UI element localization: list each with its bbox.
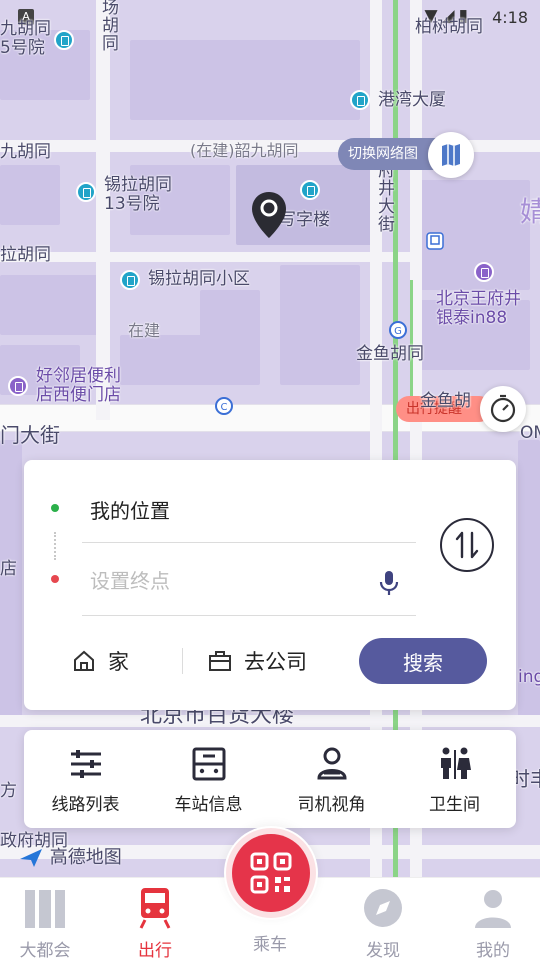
origin-field[interactable]: 我的位置 — [90, 495, 170, 524]
svg-text:C: C — [221, 402, 228, 413]
map-label: ing — [518, 667, 540, 687]
map-layer-button[interactable] — [428, 132, 474, 178]
nav-item-travel[interactable]: 出行 — [110, 884, 200, 960]
map-label: 好邻居便利 店西便门店 — [36, 366, 121, 406]
restroom-icon — [440, 747, 471, 779]
office-shortcut[interactable]: 去公司 — [208, 644, 307, 678]
divider — [82, 542, 416, 543]
map-icon — [442, 144, 460, 166]
station-icon — [192, 747, 225, 781]
user-icon — [475, 890, 511, 928]
poi-icon — [350, 90, 370, 110]
poi-icon — [474, 262, 494, 282]
map-label: 婧 — [520, 195, 540, 228]
search-button[interactable]: 搜索 — [359, 638, 487, 684]
swap-route-button[interactable] — [440, 518, 494, 572]
poi-icon — [120, 270, 140, 290]
sliders-icon — [70, 750, 101, 778]
microphone-icon[interactable] — [376, 568, 402, 598]
nav-item-metropolis[interactable]: 大都会 — [0, 884, 90, 960]
map-label: 拉胡同 — [0, 245, 51, 265]
home-shortcut[interactable]: 家 — [72, 644, 129, 678]
nav-label: 发现 — [366, 941, 400, 960]
feature-label: 卫生间 — [429, 795, 480, 815]
feature-label: 司机视角 — [297, 795, 366, 815]
subway-entrance-icon — [426, 232, 444, 250]
map-label: 府 井 大 街 — [378, 161, 395, 235]
home-icon — [74, 650, 94, 671]
qr-code-icon — [250, 852, 292, 894]
location-pin-icon — [252, 192, 286, 238]
train-icon — [139, 888, 171, 929]
destination-input[interactable] — [84, 564, 364, 598]
feature-shortcuts: 线路列表 车站信息 司机视角 卫生间 — [24, 730, 516, 828]
driver-icon — [316, 747, 347, 780]
nav-item-mine[interactable]: 我的 — [448, 884, 538, 960]
map-label: 金鱼胡同 — [356, 344, 424, 364]
poi-icon — [54, 30, 74, 50]
route-connector — [54, 532, 56, 560]
feature-driver-view[interactable]: 司机视角 — [270, 730, 393, 828]
divider — [182, 648, 183, 674]
map-label: 锡拉胡同 13号院 — [104, 175, 172, 215]
metro-station-icon: C — [215, 397, 233, 415]
feature-restroom[interactable]: 卫生间 — [393, 730, 516, 828]
map-label: 店 — [0, 559, 17, 579]
amap-logo-icon — [20, 849, 42, 867]
timetable-button[interactable] — [480, 386, 526, 432]
route-planner-card: 我的位置 家 去公司 搜索 — [24, 460, 516, 710]
briefcase-icon — [209, 651, 231, 671]
metro-station-icon: G — [389, 321, 407, 339]
map-label: 柏树胡同 — [415, 17, 483, 37]
origin-dot — [51, 504, 59, 512]
ride-qr-button-inner[interactable] — [232, 834, 310, 912]
map-label: 金鱼胡 — [420, 391, 471, 411]
destination-dot — [51, 575, 59, 583]
amap-brand: 高德地图 — [18, 843, 122, 869]
nav-item-discover[interactable]: 发现 — [338, 884, 428, 960]
poi-icon — [76, 182, 96, 202]
clock-icon — [490, 394, 516, 423]
map-label: 在建 — [128, 321, 161, 340]
nav-label: 乘车 — [253, 935, 287, 955]
map-label: 九胡同 5号院 — [0, 19, 51, 59]
divider — [82, 615, 416, 616]
metro-logo-icon — [25, 890, 65, 928]
feature-label: 车站信息 — [174, 795, 243, 815]
swap-arrows-icon — [455, 531, 479, 559]
compass-icon — [364, 889, 402, 927]
map-label: 港湾大厦 — [378, 90, 446, 110]
svg-text:G: G — [394, 326, 402, 337]
nav-label: 出行 — [138, 941, 172, 960]
map-label: 方 — [0, 781, 17, 801]
map-label: 北京王府井 银泰in88 — [436, 289, 521, 329]
feature-label: 线路列表 — [51, 795, 120, 815]
nav-label: 我的 — [476, 941, 510, 960]
map-label: 九胡同 — [0, 142, 51, 162]
map-label: 门大街 — [0, 423, 60, 447]
feature-route-list[interactable]: 线路列表 — [24, 730, 147, 828]
map-label: 场 胡 同 — [102, 0, 119, 54]
ride-qr-button[interactable] — [224, 826, 318, 920]
office-label: 去公司 — [244, 650, 307, 674]
map-label: (在建)韶九胡同 — [190, 141, 299, 160]
amap-brand-text: 高德地图 — [49, 847, 122, 868]
map-label: 锡拉胡同小区 — [148, 269, 250, 289]
poi-icon — [8, 376, 28, 396]
poi-icon — [300, 180, 320, 200]
nav-label: 大都会 — [19, 941, 71, 960]
status-time: 4:18 — [492, 8, 528, 27]
feature-station-info[interactable]: 车站信息 — [147, 730, 270, 828]
home-label: 家 — [108, 650, 129, 674]
